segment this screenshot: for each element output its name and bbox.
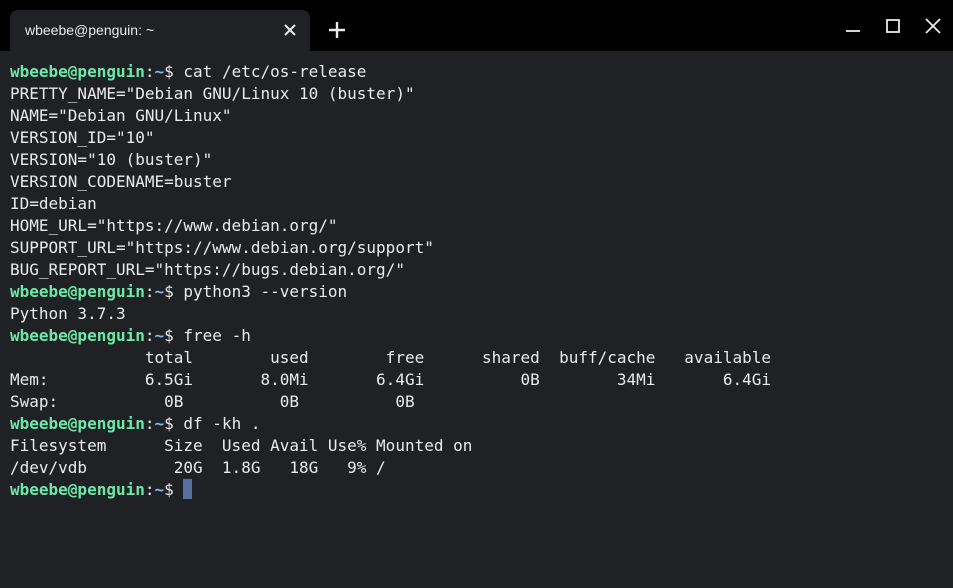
tab-terminal[interactable]: wbeebe@penguin: ~ <box>10 10 310 51</box>
minimize-icon[interactable] <box>843 16 863 36</box>
prompt-symbol: $ <box>164 480 184 499</box>
prompt-symbol: $ <box>164 414 184 433</box>
terminal-output[interactable]: wbeebe@penguin:~$ cat /etc/os-release PRE… <box>0 51 953 588</box>
prompt-user-host: wbeebe@penguin <box>10 414 145 433</box>
terminal-window: wbeebe@penguin: ~ wbeebe@penguin:~$ cat … <box>0 0 953 588</box>
output-line: PRETTY_NAME="Debian GNU/Linux 10 (buster… <box>10 84 415 103</box>
close-icon[interactable] <box>923 16 943 36</box>
output-line: total used free shared buff/cache availa… <box>10 348 771 367</box>
prompt-path: ~ <box>154 326 165 345</box>
output-line: Swap: 0B 0B 0B <box>10 392 415 411</box>
prompt-separator: : <box>144 414 155 433</box>
command-text: free -h <box>183 326 251 345</box>
plus-icon[interactable] <box>328 21 346 39</box>
command-line: wbeebe@penguin:~$ <box>10 479 771 501</box>
tab-title: wbeebe@penguin: ~ <box>25 22 155 38</box>
output-line: VERSION_CODENAME=buster <box>10 172 232 191</box>
output-line: VERSION="10 (buster)" <box>10 150 213 169</box>
output-line: VERSION_ID="10" <box>10 128 155 147</box>
prompt-symbol: $ <box>164 62 184 81</box>
output-line: Filesystem Size Used Avail Use% Mounted … <box>10 436 473 455</box>
prompt-separator: : <box>144 326 155 345</box>
command-line: wbeebe@penguin:~$ python3 --version <box>10 281 771 303</box>
prompt-path: ~ <box>154 414 165 433</box>
output-line: Python 3.7.3 <box>10 304 126 323</box>
prompt-path: ~ <box>154 282 165 301</box>
prompt-user-host: wbeebe@penguin <box>10 62 145 81</box>
prompt-user-host: wbeebe@penguin <box>10 282 145 301</box>
output-line: HOME_URL="https://www.debian.org/" <box>10 216 338 235</box>
output-line: /dev/vdb 20G 1.8G 18G 9% / <box>10 458 386 477</box>
prompt-path: ~ <box>154 62 165 81</box>
output-line: ID=debian <box>10 194 97 213</box>
prompt-separator: : <box>144 282 155 301</box>
maximize-icon[interactable] <box>883 16 903 36</box>
output-line: Mem: 6.5Gi 8.0Mi 6.4Gi 0B 34Mi 6.4Gi <box>10 370 771 389</box>
output-line: SUPPORT_URL="https://www.debian.org/supp… <box>10 238 434 257</box>
prompt-user-host: wbeebe@penguin <box>10 480 145 499</box>
tab-close-icon[interactable] <box>282 22 298 38</box>
prompt-symbol: $ <box>164 282 184 301</box>
output-line: NAME="Debian GNU/Linux" <box>10 106 232 125</box>
output-line: BUG_REPORT_URL="https://bugs.debian.org/… <box>10 260 405 279</box>
terminal-lines: wbeebe@penguin:~$ cat /etc/os-release PRE… <box>10 61 771 501</box>
command-line: wbeebe@penguin:~$ cat /etc/os-release <box>10 61 771 83</box>
command-line: wbeebe@penguin:~$ df -kh . <box>10 413 771 435</box>
title-bar: wbeebe@penguin: ~ <box>0 0 953 51</box>
text-cursor <box>183 479 193 499</box>
prompt-separator: : <box>144 62 155 81</box>
command-text: python3 --version <box>183 282 348 301</box>
prompt-path: ~ <box>154 480 165 499</box>
prompt-separator: : <box>144 480 155 499</box>
command-line: wbeebe@penguin:~$ free -h <box>10 325 771 347</box>
prompt-user-host: wbeebe@penguin <box>10 326 145 345</box>
command-text: df -kh . <box>183 414 261 433</box>
command-text: cat /etc/os-release <box>183 62 367 81</box>
prompt-symbol: $ <box>164 326 184 345</box>
